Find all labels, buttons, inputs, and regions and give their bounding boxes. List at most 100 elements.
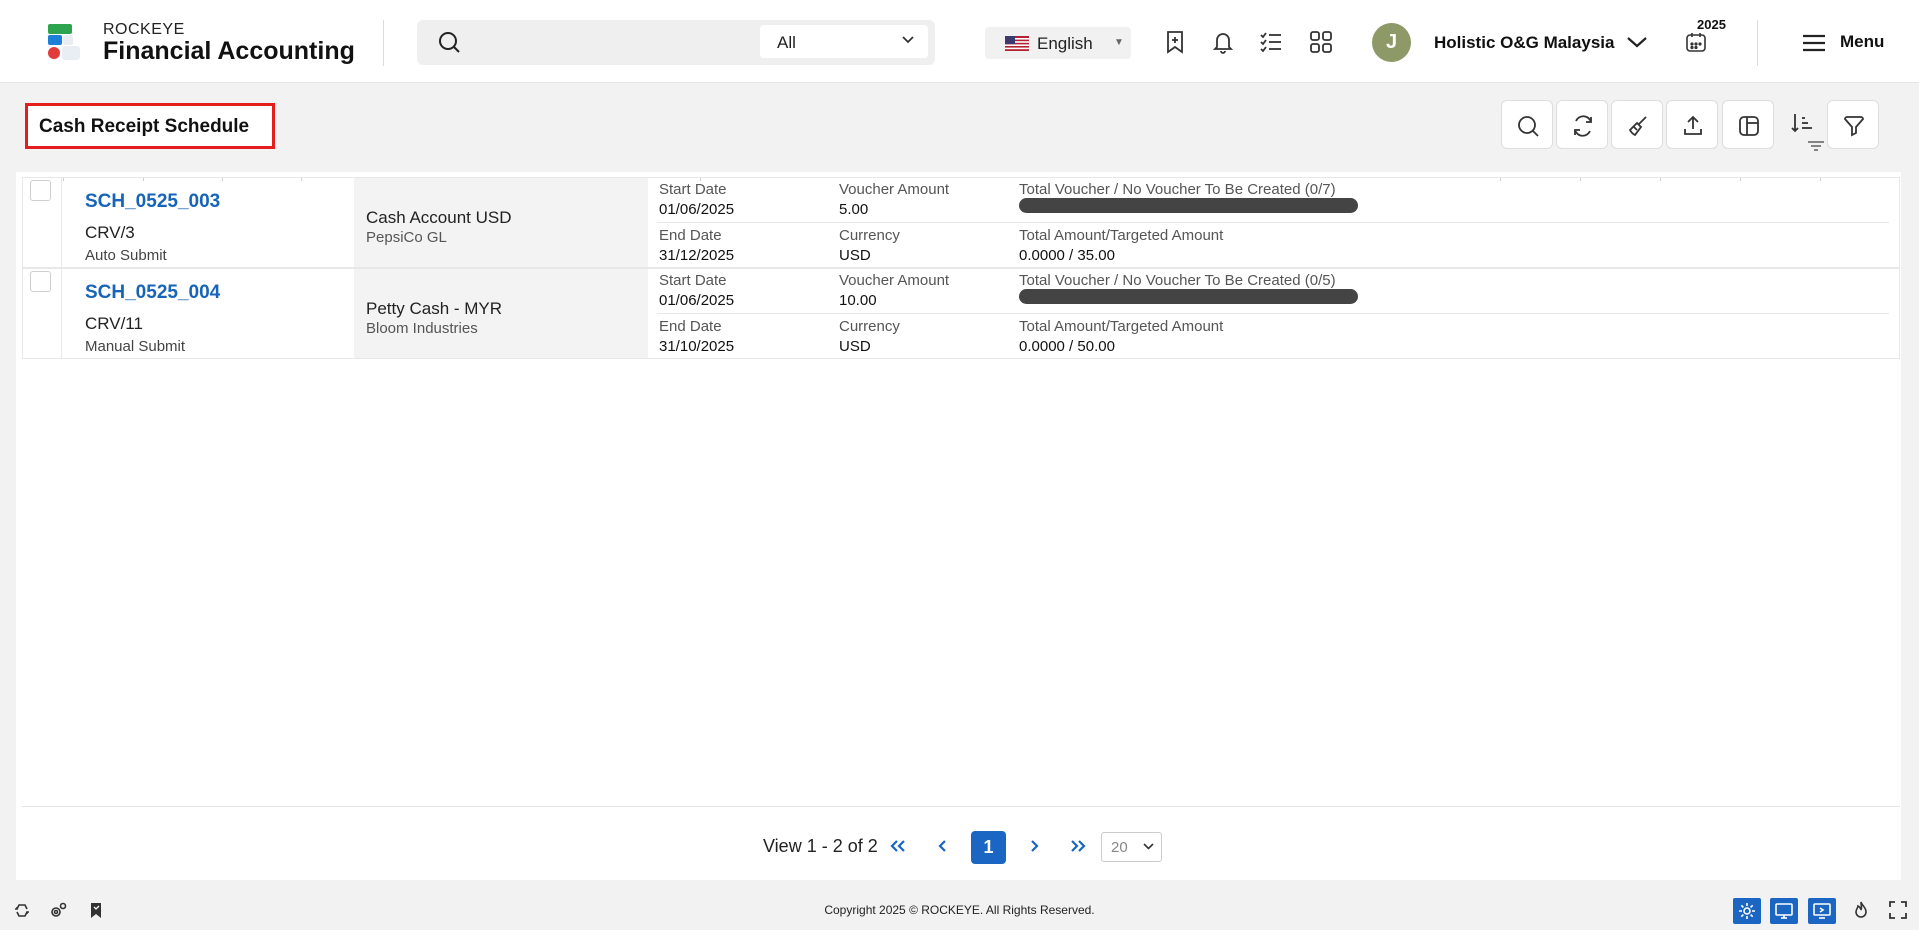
fiscal-year-label: 2025 (1697, 17, 1726, 32)
bell-icon[interactable] (1210, 29, 1236, 55)
filter-button[interactable] (1827, 100, 1879, 149)
first-page-icon[interactable] (886, 833, 910, 859)
voucher-progress-bar (1019, 289, 1358, 304)
search-scope-value: All (777, 33, 796, 52)
voucher-ref: CRV/3 (85, 223, 135, 242)
copyright-text: Copyright 2025 © ROCKEYE. All Rights Res… (824, 903, 1095, 917)
start-date-label: Start Date (659, 272, 727, 289)
avatar[interactable]: J (1372, 23, 1411, 62)
search-icon (1518, 116, 1539, 137)
menu-button[interactable]: Menu (1802, 32, 1919, 54)
start-date-value: 01/06/2025 (659, 201, 735, 218)
caret-down-icon: ▼ (1114, 37, 1124, 48)
voucher-count-label: Total Voucher / No Voucher To Be Created… (1019, 181, 1336, 198)
end-date-label: End Date (659, 227, 722, 244)
app-header: ROCKEYE Financial Accounting All English… (0, 0, 1919, 83)
end-date-value: 31/10/2025 (659, 338, 735, 355)
currency-value: USD (839, 338, 871, 355)
funnel-icon (1844, 116, 1864, 137)
language-select[interactable]: English ▼ (985, 27, 1131, 59)
row-checkbox[interactable] (30, 180, 51, 201)
submit-mode: Manual Submit (85, 338, 186, 355)
pager-divider (22, 806, 1900, 807)
screen-share-icon (1813, 903, 1831, 919)
row-divider (61, 269, 62, 358)
filter-lines-icon (1808, 141, 1824, 151)
submit-mode: Auto Submit (85, 247, 167, 264)
refresh-button[interactable] (1556, 100, 1608, 149)
upload-icon (1684, 115, 1702, 135)
task-list-icon[interactable] (1258, 29, 1284, 55)
row-inner-divider (657, 222, 1889, 223)
voucher-count-label: Total Voucher / No Voucher To Be Created… (1019, 272, 1336, 289)
search-button[interactable] (1501, 100, 1553, 149)
global-search[interactable]: All (417, 20, 935, 65)
total-amount-value: 0.0000 / 50.00 (1019, 338, 1115, 355)
schedule-row[interactable]: SCH_0525_004 CRV/11 Manual Submit Petty … (22, 268, 1900, 359)
bookmark-icon[interactable] (86, 900, 106, 920)
settings-button[interactable] (1733, 898, 1761, 924)
last-page-icon[interactable] (1066, 833, 1090, 859)
voucher-amount-value: 5.00 (839, 201, 869, 218)
chevron-down-icon (902, 36, 914, 44)
account-name: Cash Account USD (366, 208, 512, 227)
header-divider-right (1757, 20, 1758, 66)
total-amount-value: 0.0000 / 35.00 (1019, 247, 1115, 264)
sort-icon[interactable] (1790, 112, 1814, 134)
row-checkbox[interactable] (30, 271, 51, 292)
party-name: Bloom Industries (366, 320, 478, 337)
refresh-icon (1574, 115, 1592, 137)
hamburger-icon (1803, 34, 1825, 52)
export-button[interactable] (1666, 100, 1718, 149)
remote-support-button[interactable] (1808, 898, 1836, 924)
column-layout-icon (1739, 116, 1759, 136)
clear-button[interactable] (1611, 100, 1663, 149)
settings-tools-icon[interactable] (48, 900, 68, 920)
total-amount-label: Total Amount/Targeted Amount (1019, 227, 1224, 244)
columns-button[interactable] (1722, 100, 1774, 149)
voucher-amount-value: 10.00 (839, 292, 877, 309)
voucher-amount-label: Voucher Amount (839, 181, 950, 198)
brand-product: Financial Accounting (103, 37, 355, 65)
display-button[interactable] (1770, 898, 1798, 924)
next-page-icon[interactable] (1022, 833, 1046, 859)
company-name[interactable]: Holistic O&G Malaysia (1434, 33, 1614, 53)
currency-value: USD (839, 247, 871, 264)
monitor-icon (1775, 903, 1793, 919)
row-divider (61, 178, 62, 267)
prev-page-icon[interactable] (931, 833, 955, 859)
row-inner-divider (657, 313, 1889, 314)
page-title: Cash Receipt Schedule (25, 103, 275, 149)
schedule-row[interactable]: SCH_0525_003 CRV/3 Auto Submit Cash Acco… (22, 177, 1900, 268)
end-date-value: 31/12/2025 (659, 247, 735, 264)
header-divider (383, 20, 384, 66)
bookmark-add-icon[interactable] (1162, 29, 1188, 55)
calendar-icon[interactable] (1684, 31, 1708, 53)
currency-label: Currency (839, 227, 900, 244)
current-page-button[interactable]: 1 (971, 831, 1006, 864)
voucher-ref: CRV/11 (85, 314, 143, 333)
currency-label: Currency (839, 318, 900, 335)
broom-icon (1628, 116, 1647, 137)
company-chevron-down-icon[interactable] (1625, 32, 1649, 52)
apps-grid-icon[interactable] (1308, 29, 1334, 55)
fullscreen-icon[interactable] (1888, 900, 1908, 920)
language-value: English (1037, 34, 1093, 53)
gear-icon (1739, 903, 1755, 919)
menu-label: Menu (1840, 32, 1885, 51)
search-scope-select[interactable]: All (760, 25, 928, 58)
rockeye-logo-icon[interactable] (44, 22, 84, 62)
page-size-select[interactable]: 20 (1101, 832, 1162, 862)
end-date-label: End Date (659, 318, 722, 335)
chevron-down-icon (1143, 843, 1154, 850)
start-date-label: Start Date (659, 181, 727, 198)
us-flag-icon (1005, 36, 1029, 51)
recycle-icon[interactable] (12, 900, 32, 920)
pager-view-text: View 1 - 2 of 2 (763, 836, 878, 856)
schedule-code-link[interactable]: SCH_0525_004 (85, 282, 220, 304)
search-icon[interactable] (437, 30, 461, 54)
voucher-amount-label: Voucher Amount (839, 272, 950, 289)
start-date-value: 01/06/2025 (659, 292, 735, 309)
flame-icon[interactable] (1851, 900, 1871, 920)
schedule-code-link[interactable]: SCH_0525_003 (85, 191, 220, 213)
